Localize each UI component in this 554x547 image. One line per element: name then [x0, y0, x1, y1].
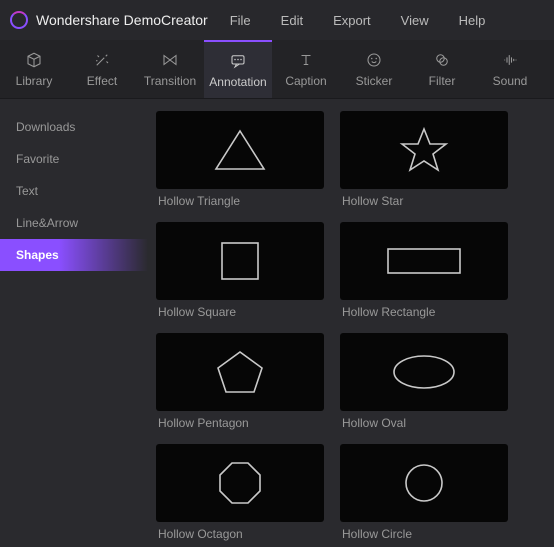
toolbar: Library Effect Transition Annotation Cap…: [0, 40, 554, 99]
shape-label: Hollow Square: [156, 300, 324, 327]
shape-card-star[interactable]: Hollow Star: [340, 111, 508, 216]
sidebar-item-shapes[interactable]: Shapes: [0, 239, 148, 271]
sidebar-item-favorite[interactable]: Favorite: [0, 143, 148, 175]
tab-effect[interactable]: Effect: [68, 40, 136, 98]
shape-card-triangle[interactable]: Hollow Triangle: [156, 111, 324, 216]
shape-label: Hollow Octagon: [156, 522, 324, 547]
shape-label: Hollow Circle: [340, 522, 508, 547]
shape-card-square[interactable]: Hollow Square: [156, 222, 324, 327]
annotation-icon: [229, 52, 247, 70]
shape-label: Hollow Rectangle: [340, 300, 508, 327]
menu-help[interactable]: Help: [459, 13, 486, 28]
menu-edit[interactable]: Edit: [281, 13, 303, 28]
app-title: Wondershare DemoCreator: [36, 12, 208, 28]
tab-caption[interactable]: Caption: [272, 40, 340, 98]
square-icon: [218, 239, 262, 283]
main-menu: File Edit Export View Help: [230, 13, 486, 28]
triangle-icon: [210, 125, 270, 175]
shape-card-octagon[interactable]: Hollow Octagon: [156, 444, 324, 547]
star-icon: [398, 125, 450, 175]
bowtie-icon: [161, 51, 179, 69]
menu-file[interactable]: File: [230, 13, 251, 28]
tab-filter[interactable]: Filter: [408, 40, 476, 98]
waveform-icon: [501, 51, 519, 69]
shape-card-pentagon[interactable]: Hollow Pentagon: [156, 333, 324, 438]
rectangle-icon: [384, 243, 464, 279]
shape-label: Hollow Triangle: [156, 189, 324, 216]
pentagon-icon: [214, 347, 266, 397]
shape-label: Hollow Oval: [340, 411, 508, 438]
shape-card-rectangle[interactable]: Hollow Rectangle: [340, 222, 508, 327]
cube-icon: [25, 51, 43, 69]
venn-icon: [433, 51, 451, 69]
app-logo-icon: [10, 11, 28, 29]
shape-card-oval[interactable]: Hollow Oval: [340, 333, 508, 438]
oval-icon: [389, 351, 459, 393]
wand-icon: [93, 51, 111, 69]
sidebar-item-text[interactable]: Text: [0, 175, 148, 207]
sidebar-item-downloads[interactable]: Downloads: [0, 111, 148, 143]
tab-library[interactable]: Library: [0, 40, 68, 98]
tab-annotation[interactable]: Annotation: [204, 40, 272, 98]
sidebar: Downloads Favorite Text Line&Arrow Shape…: [0, 99, 148, 547]
tab-sound[interactable]: Sound: [476, 40, 544, 98]
shape-label: Hollow Pentagon: [156, 411, 324, 438]
title-bar: Wondershare DemoCreator File Edit Export…: [0, 0, 554, 40]
sidebar-item-linearrow[interactable]: Line&Arrow: [0, 207, 148, 239]
shape-card-circle[interactable]: Hollow Circle: [340, 444, 508, 547]
text-icon: [297, 51, 315, 69]
octagon-icon: [215, 458, 265, 508]
tab-sticker[interactable]: Sticker: [340, 40, 408, 98]
circle-icon: [401, 460, 447, 506]
menu-export[interactable]: Export: [333, 13, 371, 28]
shapes-grid: Hollow Triangle Hollow Star Hollow Squar…: [148, 99, 554, 547]
shape-label: Hollow Star: [340, 189, 508, 216]
smiley-icon: [365, 51, 383, 69]
menu-view[interactable]: View: [401, 13, 429, 28]
tab-transition[interactable]: Transition: [136, 40, 204, 98]
